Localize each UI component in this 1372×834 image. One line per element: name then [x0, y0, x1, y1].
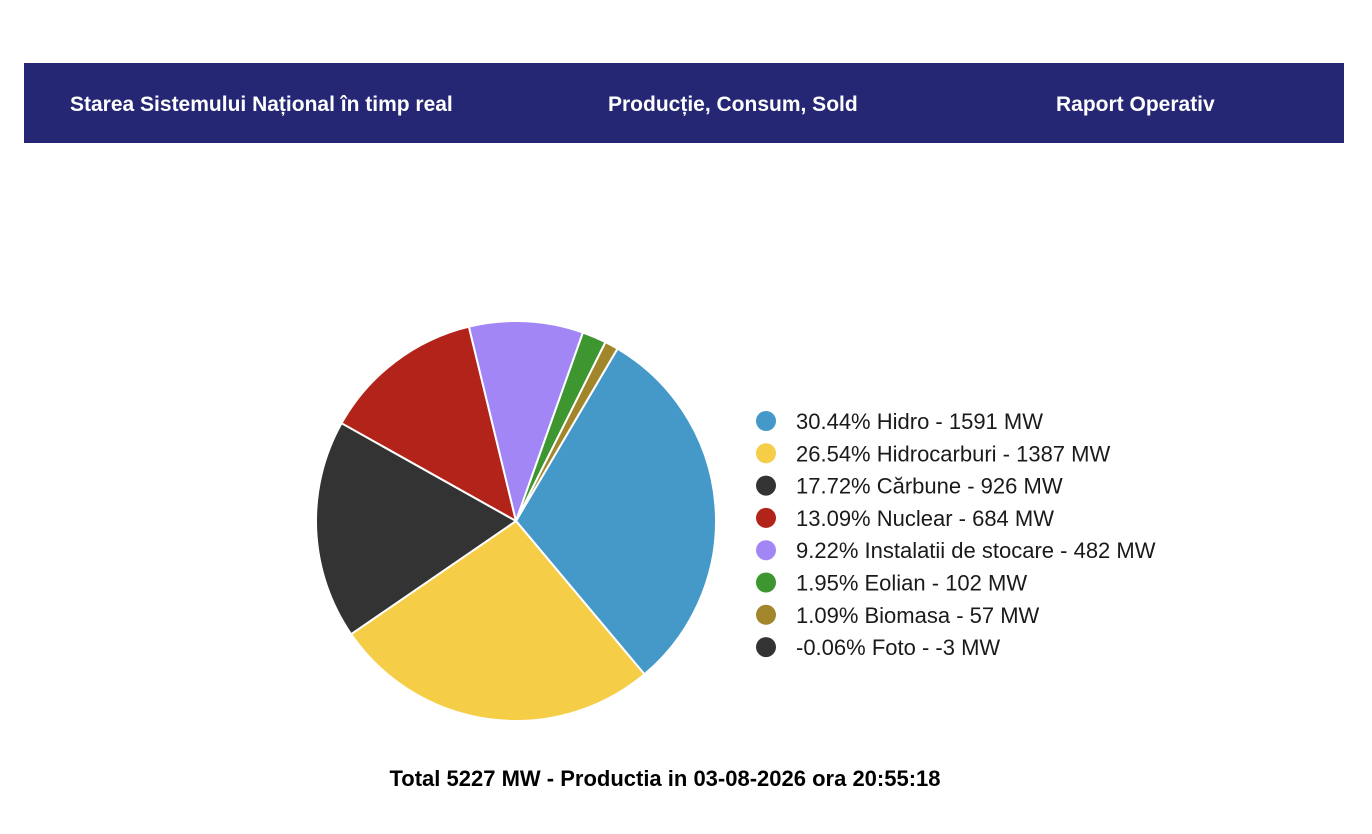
legend-marker — [756, 507, 776, 528]
legend-label: 13.09% Nuclear - 684 MW — [796, 506, 1054, 531]
legend-marker — [756, 443, 776, 464]
legend-marker — [756, 572, 776, 593]
chart-legend: 30.44% Hidro - 1591 MW 26.54% Hidrocarbur… — [756, 409, 1156, 660]
legend-item-nuclear[interactable]: 13.09% Nuclear - 684 MW — [756, 506, 1054, 531]
legend-marker — [756, 475, 776, 496]
legend-item-biomasa[interactable]: 1.09% Biomasa - 57 MW — [756, 603, 1040, 628]
legend-label: 26.54% Hidrocarburi - 1387 MW — [796, 441, 1110, 466]
legend-label: 1.95% Eolian - 102 MW — [796, 571, 1027, 596]
legend-item-eolian[interactable]: 1.95% Eolian - 102 MW — [756, 571, 1027, 596]
legend-item-hidrocarburi[interactable]: 26.54% Hidrocarburi - 1387 MW — [756, 441, 1110, 466]
legend-item-instalatii-de-stocare[interactable]: 9.22% Instalatii de stocare - 482 MW — [756, 538, 1156, 563]
legend-label: 1.09% Biomasa - 57 MW — [796, 603, 1040, 628]
legend-label: -0.06% Foto - -3 MW — [796, 635, 1000, 660]
legend-marker — [756, 637, 776, 658]
legend-marker — [756, 540, 776, 561]
pie-slices — [315, 320, 718, 722]
legend-marker — [756, 604, 776, 625]
legend-label: 17.72% Cărbune - 926 MW — [796, 474, 1063, 499]
production-total-caption: Total 5227 MW - Productia in 03-08-2026 … — [389, 766, 941, 791]
legend-marker — [756, 411, 776, 431]
legend-label: 30.44% Hidro - 1591 MW — [796, 409, 1043, 434]
production-pie-chart: 30.44% Hidro - 1591 MW 26.54% Hidrocarbur… — [315, 320, 1156, 722]
legend-item-foto[interactable]: -0.06% Foto - -3 MW — [756, 635, 1000, 660]
legend-label: 9.22% Instalatii de stocare - 482 MW — [796, 538, 1156, 563]
legend-item-hidro[interactable]: 30.44% Hidro - 1591 MW — [756, 409, 1043, 434]
legend-item-carbune[interactable]: 17.72% Cărbune - 926 MW — [756, 474, 1063, 499]
